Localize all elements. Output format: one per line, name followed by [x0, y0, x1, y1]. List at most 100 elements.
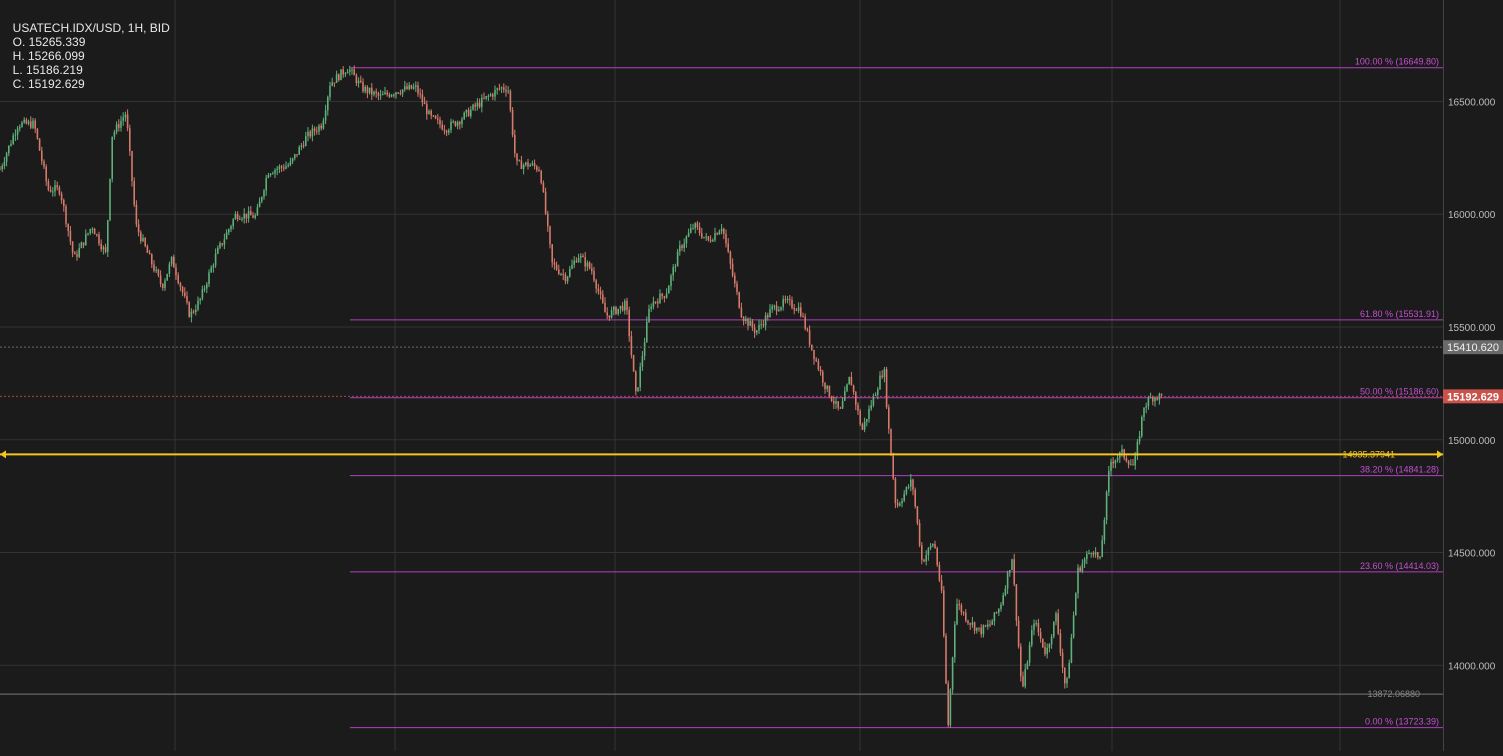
candle-body: [204, 288, 206, 289]
candle-body: [892, 456, 894, 479]
candle-body: [30, 122, 32, 128]
candle-body: [851, 377, 853, 385]
chart-area[interactable]: 100.00 % (16649.80)61.80 % (15531.91)50.…: [0, 0, 1503, 751]
candle-body: [12, 136, 14, 144]
candle-body: [672, 267, 674, 275]
candle-body: [303, 145, 305, 146]
candle-body: [1024, 669, 1026, 686]
candle-body: [857, 405, 859, 411]
candle-body: [714, 233, 716, 240]
candle-body: [34, 121, 36, 129]
candle-body: [719, 231, 721, 234]
candle-body: [725, 234, 727, 244]
candle-body: [450, 122, 452, 130]
candle-body: [483, 98, 485, 99]
candle-body: [540, 171, 542, 183]
candle-body: [1053, 622, 1055, 637]
candle-body: [1044, 647, 1046, 654]
candle-body: [155, 270, 157, 271]
candle-body: [162, 284, 164, 288]
candle-body: [397, 92, 399, 93]
candle-body: [1112, 462, 1114, 463]
price-chart[interactable]: 100.00 % (16649.80)61.80 % (15531.91)50.…: [0, 0, 1503, 751]
candle-body: [932, 544, 934, 546]
candle-body: [349, 70, 351, 72]
candle-body: [325, 110, 327, 120]
candle-body: [28, 122, 30, 124]
candle-body: [516, 153, 518, 160]
candle-body: [1027, 663, 1029, 670]
candle-body: [400, 93, 402, 94]
candle-body: [736, 283, 738, 292]
candle-body: [147, 246, 149, 253]
candle-body: [386, 93, 388, 95]
candle-body: [521, 160, 523, 169]
candle-body: [888, 407, 890, 429]
candle-body: [1029, 645, 1031, 663]
candle-body: [556, 265, 558, 270]
candle-body: [184, 293, 186, 296]
candle-body: [309, 132, 311, 137]
candle-body: [1090, 553, 1092, 554]
candle-body: [774, 306, 776, 307]
candle-body: [488, 96, 490, 97]
candle-body: [670, 275, 672, 286]
candle-body: [202, 289, 204, 299]
candle-body: [151, 254, 153, 264]
candle-body: [103, 247, 105, 249]
candle-body: [316, 131, 318, 132]
candle-body: [164, 281, 166, 288]
candle-body: [826, 386, 828, 389]
candle-body: [279, 166, 281, 169]
candle-body: [626, 301, 628, 310]
candle-body: [580, 256, 582, 258]
candle-body: [114, 132, 116, 137]
candle-body: [490, 94, 492, 96]
candle-body: [534, 163, 536, 166]
candle-body: [558, 270, 560, 274]
candle-body: [1097, 552, 1099, 557]
candle-body: [248, 211, 250, 218]
candle-body: [17, 128, 19, 134]
candle-body: [749, 321, 751, 326]
candle-body: [633, 355, 635, 372]
candle-body: [45, 167, 47, 181]
candle-body: [615, 307, 617, 314]
candle-body: [1020, 647, 1022, 677]
candle-body: [881, 376, 883, 377]
candle-body: [8, 146, 10, 154]
candle-body: [824, 383, 826, 389]
candle-body: [1152, 397, 1154, 401]
candle-body: [437, 119, 439, 120]
candle-body: [72, 242, 74, 253]
candle-body: [329, 86, 331, 97]
candle-body: [919, 523, 921, 545]
candle-body: [268, 175, 270, 178]
candle-body: [866, 419, 868, 422]
candle-body: [125, 114, 127, 117]
candle-body: [1154, 398, 1156, 402]
candle-body: [510, 91, 512, 110]
candle-body: [463, 113, 465, 120]
candle-body: [589, 263, 591, 269]
candle-body: [340, 69, 342, 80]
candle-body: [562, 274, 564, 275]
candle-body: [468, 110, 470, 116]
candle-body: [369, 88, 371, 93]
candle-body: [59, 187, 61, 194]
candle-body: [1088, 553, 1090, 554]
candle-body: [375, 92, 377, 94]
candle-body: [485, 96, 487, 98]
candle-body: [769, 309, 771, 317]
candle-body: [1084, 559, 1086, 564]
candle-body: [263, 190, 265, 197]
candle-body: [712, 240, 714, 241]
candle-body: [235, 214, 237, 219]
candle-body: [868, 409, 870, 419]
candle-body: [1143, 408, 1145, 417]
candle-body: [802, 316, 804, 317]
candle-body: [855, 392, 857, 405]
candle-body: [1005, 589, 1007, 595]
candle-body: [411, 85, 413, 89]
candle-body: [1071, 637, 1073, 663]
